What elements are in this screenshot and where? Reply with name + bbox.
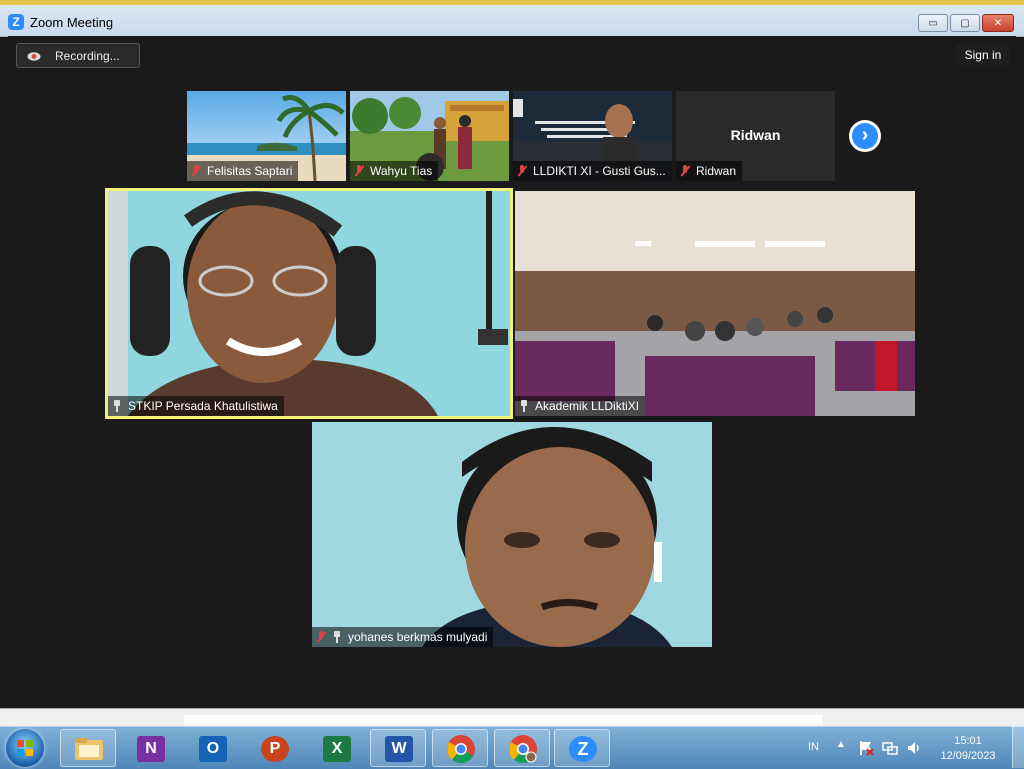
- mic-muted-icon: [316, 631, 326, 643]
- taskbar-word[interactable]: W: [370, 729, 426, 767]
- windows-taskbar: N O P X W Z IN ▲: [0, 726, 1024, 769]
- window-titlebar: Z Zoom Meeting ▭ ▢ ✕: [0, 0, 1024, 37]
- participant-video: [312, 422, 712, 647]
- participant-video: [108, 191, 510, 416]
- pin-icon: [519, 400, 529, 412]
- maximize-button[interactable]: ▢: [950, 14, 980, 32]
- chevron-right-icon: ›: [861, 124, 869, 146]
- taskbar-chrome[interactable]: [432, 729, 488, 767]
- clock-date: 12/09/2023: [940, 750, 996, 762]
- close-button[interactable]: ✕: [982, 14, 1014, 32]
- outlook-icon: O: [199, 736, 227, 762]
- participant-nameplate: Ridwan: [676, 161, 743, 181]
- thumbnail-felisitas-saptari[interactable]: Felisitas Saptari: [187, 91, 346, 181]
- chrome-profile-icon: [509, 735, 537, 763]
- meeting-room-video: [515, 191, 915, 416]
- mic-muted-icon: [354, 165, 364, 177]
- volume-icon[interactable]: [906, 740, 922, 756]
- start-button[interactable]: [6, 729, 44, 767]
- folder-icon: [75, 738, 103, 760]
- mic-muted-icon: [680, 165, 690, 177]
- thumbnail-wahyu-tias[interactable]: Wahyu Tias: [350, 91, 509, 181]
- participant-nameplate: yohanes berkmas mulyadi: [312, 627, 494, 647]
- hidden-toolbar-area: [184, 715, 822, 725]
- participant-nameplate: LLDIKTI XI - Gusti Gus...: [513, 161, 672, 181]
- show-desktop-button[interactable]: [1012, 726, 1024, 768]
- pin-icon: [332, 631, 342, 643]
- thumbnail-lldikti-gusti[interactable]: LLDIKTI XI - Gusti Gus...: [513, 91, 672, 181]
- participant-name: STKIP Persada Khatulistiwa: [128, 399, 278, 413]
- window-bottom-strip: [0, 708, 1024, 727]
- mic-muted-icon: [517, 165, 527, 177]
- video-tile-yohanes[interactable]: yohanes berkmas mulyadi: [312, 422, 712, 647]
- participant-nameplate: Akademik LLDiktiXI: [515, 396, 646, 416]
- participant-name: Akademik LLDiktiXI: [535, 399, 640, 413]
- window-title: Zoom Meeting: [30, 15, 114, 30]
- participant-nameplate: Wahyu Tias: [350, 161, 439, 181]
- taskbar-chrome-profile[interactable]: [494, 729, 550, 767]
- participant-name: yohanes berkmas mulyadi: [348, 630, 488, 644]
- word-icon: W: [385, 736, 413, 762]
- cloud-record-icon: [27, 52, 41, 61]
- minimize-button[interactable]: ▭: [918, 14, 948, 32]
- recording-indicator[interactable]: Recording...: [16, 43, 140, 68]
- video-tile-stkip[interactable]: STKIP Persada Khatulistiwa: [105, 188, 513, 419]
- taskbar-excel[interactable]: X: [308, 729, 364, 767]
- taskbar-zoom[interactable]: Z: [554, 729, 610, 767]
- taskbar-clock[interactable]: 15:01 12/09/2023: [936, 734, 1000, 764]
- language-indicator[interactable]: IN: [808, 741, 819, 753]
- action-center-flag-icon[interactable]: [858, 740, 874, 756]
- taskbar-onenote[interactable]: N: [122, 729, 178, 767]
- participant-name: Ridwan: [696, 164, 737, 178]
- show-hidden-icons-button[interactable]: ▲: [836, 739, 846, 750]
- next-page-button[interactable]: ›: [849, 120, 881, 152]
- taskbar-powerpoint[interactable]: P: [246, 729, 302, 767]
- participant-name: LLDIKTI XI - Gusti Gus...: [533, 164, 666, 178]
- participant-name: Wahyu Tias: [370, 164, 433, 178]
- pin-icon: [112, 400, 122, 412]
- zoom-icon: Z: [569, 736, 597, 762]
- video-tile-akademik[interactable]: Akademik LLDiktiXI: [515, 191, 915, 416]
- excel-icon: X: [323, 736, 351, 762]
- thumbnail-ridwan[interactable]: Ridwan Ridwan: [676, 91, 835, 181]
- taskbar-outlook[interactable]: O: [184, 729, 240, 767]
- windows-logo-icon: [17, 740, 33, 756]
- powerpoint-icon: P: [261, 736, 289, 762]
- mic-muted-icon: [191, 165, 201, 177]
- top-accent-strip: [0, 0, 1024, 5]
- chrome-icon: [447, 735, 475, 763]
- zoom-logo-icon: Z: [8, 14, 24, 30]
- clock-time: 15:01: [954, 735, 982, 747]
- participant-nameplate: Felisitas Saptari: [187, 161, 299, 181]
- network-icon[interactable]: [882, 740, 898, 756]
- participant-nameplate: STKIP Persada Khatulistiwa: [108, 396, 284, 416]
- taskbar-file-explorer[interactable]: [60, 729, 116, 767]
- video-off-name: Ridwan: [730, 127, 781, 143]
- onenote-icon: N: [137, 736, 165, 762]
- recording-label: Recording...: [55, 49, 120, 63]
- sign-in-button[interactable]: Sign in: [956, 44, 1010, 66]
- participant-name: Felisitas Saptari: [207, 164, 293, 178]
